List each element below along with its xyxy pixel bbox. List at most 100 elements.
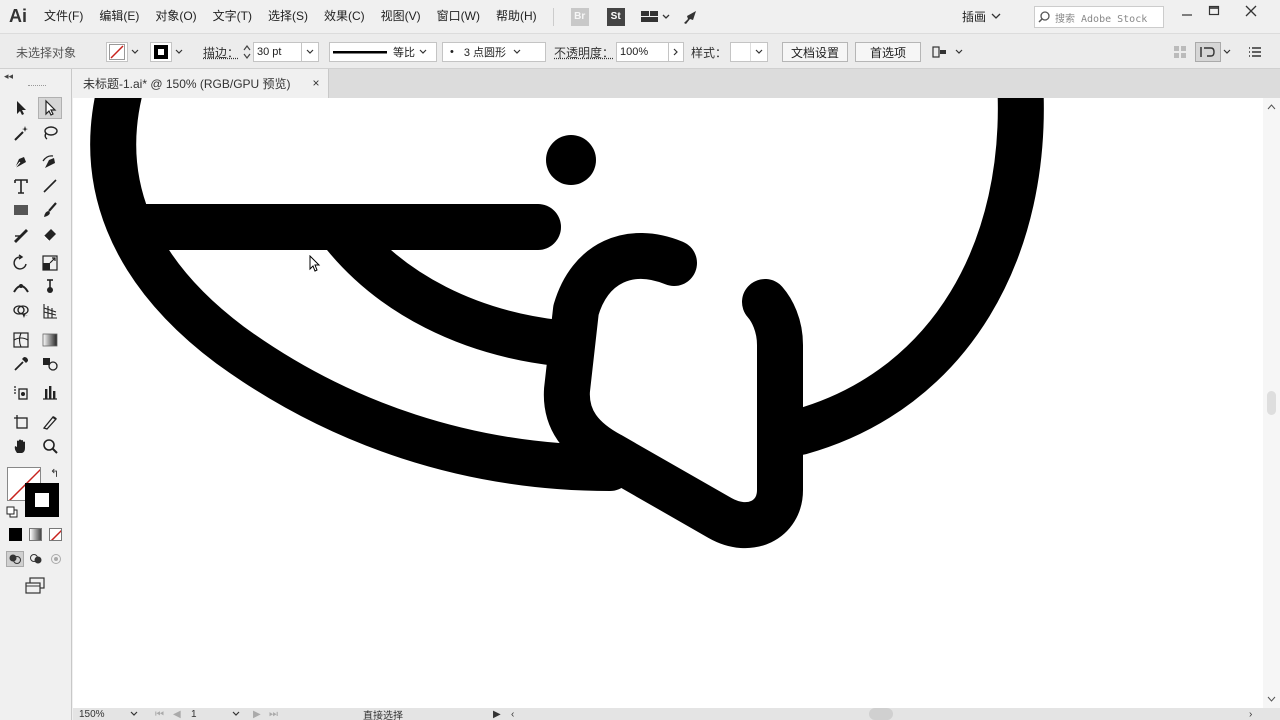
selection-tool[interactable] xyxy=(9,97,33,119)
screen-mode-button[interactable] xyxy=(24,577,48,595)
previous-artboard-button[interactable]: ◀ xyxy=(173,708,181,720)
variable-width-profile[interactable]: 等比 xyxy=(329,41,437,63)
menu-window[interactable]: 窗口(W) xyxy=(429,0,488,33)
menu-effect[interactable]: 效果(C) xyxy=(316,0,373,33)
default-colors-button[interactable] xyxy=(6,506,18,518)
menu-object[interactable]: 对象(O) xyxy=(147,0,204,33)
vertical-scroll-thumb[interactable] xyxy=(1267,391,1276,415)
first-artboard-button[interactable]: ⏮ xyxy=(155,708,164,720)
stock-search-field[interactable]: 搜索 Adobe Stock xyxy=(1034,6,1164,28)
horizontal-scroll-thumb[interactable] xyxy=(869,708,893,720)
menu-file[interactable]: 文件(F) xyxy=(36,0,91,33)
artboard-dropdown[interactable] xyxy=(231,708,241,720)
last-artboard-button[interactable]: ⏭ xyxy=(269,708,278,720)
opacity-input[interactable]: 100% xyxy=(616,42,668,62)
artboard-number[interactable]: 1 xyxy=(191,708,197,720)
opacity-slider-toggle[interactable] xyxy=(668,42,684,62)
draw-inside-button[interactable] xyxy=(48,552,64,566)
gradient-tool[interactable] xyxy=(38,329,62,351)
draw-behind-button[interactable] xyxy=(28,552,44,566)
stroke-weight-input[interactable]: 30 pt xyxy=(253,42,301,62)
rotate-tool[interactable] xyxy=(9,252,33,274)
brush-definition[interactable]: • 3 点圆形 xyxy=(442,41,546,63)
type-tool[interactable] xyxy=(9,175,33,197)
close-window-button[interactable] xyxy=(1234,2,1268,20)
panel-dock-button[interactable] xyxy=(1195,41,1233,63)
fill-color-picker[interactable] xyxy=(106,41,142,63)
menu-view[interactable]: 视图(V) xyxy=(373,0,429,33)
shape-builder-tool[interactable] xyxy=(9,300,33,322)
perspective-grid-tool[interactable] xyxy=(38,300,62,322)
scroll-down-icon[interactable] xyxy=(1263,692,1280,706)
bridge-button[interactable]: Br xyxy=(570,7,589,26)
status-menu-button[interactable]: ▶ xyxy=(493,708,501,720)
zoom-tool[interactable] xyxy=(38,435,62,457)
color-mode-button[interactable] xyxy=(9,528,22,541)
none-mode-button[interactable] xyxy=(49,528,62,541)
stroke-weight-field[interactable]: 30 pt xyxy=(241,41,319,63)
opacity-field[interactable]: 100% xyxy=(616,41,684,63)
eraser-tool[interactable] xyxy=(38,223,62,245)
panel-grip[interactable] xyxy=(28,85,46,87)
grid-layout-icon xyxy=(1174,46,1186,58)
artwork[interactable] xyxy=(73,98,1263,708)
scroll-right-icon[interactable]: › xyxy=(1249,708,1252,720)
stroke-swatch-large[interactable] xyxy=(25,483,59,517)
panel-layout-button[interactable] xyxy=(1173,41,1187,63)
zoom-dropdown[interactable] xyxy=(129,708,139,720)
rectangle-tool[interactable] xyxy=(9,199,33,221)
puppet-warp-tool[interactable] xyxy=(38,276,62,298)
magic-wand-tool[interactable] xyxy=(9,122,33,144)
menu-help[interactable]: 帮助(H) xyxy=(488,0,545,33)
gradient-mode-button[interactable] xyxy=(29,528,42,541)
artboard-tool[interactable] xyxy=(9,411,33,433)
paintbrush-tool[interactable] xyxy=(38,199,62,221)
scroll-left-icon[interactable]: ‹ xyxy=(511,708,514,720)
opacity-label[interactable]: 不透明度： xyxy=(554,41,614,63)
mesh-tool[interactable] xyxy=(9,329,33,351)
bowl-right-stroke[interactable] xyxy=(777,98,1044,455)
lasso-tool[interactable] xyxy=(38,122,62,144)
width-tool[interactable] xyxy=(9,276,33,298)
gpu-performance-button[interactable] xyxy=(682,9,700,25)
restore-button[interactable] xyxy=(1197,2,1231,20)
zoom-level[interactable]: 150% xyxy=(79,708,105,720)
eyedropper-tool[interactable] xyxy=(9,353,33,375)
document-tab[interactable]: 未标题-1.ai* @ 150% (RGB/GPU 预览) × xyxy=(73,69,329,98)
scale-tool[interactable] xyxy=(38,252,62,274)
curvature-tool[interactable] xyxy=(38,151,62,173)
menu-type[interactable]: 文字(T) xyxy=(205,0,260,33)
hand-tool[interactable] xyxy=(9,435,33,457)
column-graph-tool[interactable] xyxy=(38,381,62,403)
graphic-style-picker[interactable] xyxy=(730,41,768,63)
stroke-weight-dropdown[interactable] xyxy=(301,42,319,62)
vertical-scrollbar[interactable] xyxy=(1263,98,1280,708)
direct-selection-tool[interactable] xyxy=(38,97,62,119)
draw-normal-button[interactable] xyxy=(6,551,24,567)
panel-menu-button[interactable] xyxy=(1248,41,1262,63)
workspace-switcher[interactable]: 插画 xyxy=(962,6,1022,26)
dot-shape[interactable] xyxy=(546,135,596,185)
collapse-panel-button[interactable]: ◂◂ xyxy=(4,71,13,82)
next-artboard-button[interactable]: ▶ xyxy=(253,708,261,720)
menu-select[interactable]: 选择(S) xyxy=(260,0,316,33)
artboard-canvas[interactable] xyxy=(73,98,1263,708)
arrange-documents-button[interactable] xyxy=(640,10,670,24)
shaper-tool[interactable] xyxy=(9,223,33,245)
pen-tool[interactable] xyxy=(9,151,33,173)
swap-fill-stroke-button[interactable]: ↰ xyxy=(50,467,59,480)
close-tab-icon[interactable]: × xyxy=(310,77,322,89)
preferences-button[interactable]: 首选项 xyxy=(855,42,921,62)
menu-edit[interactable]: 编辑(E) xyxy=(91,0,147,33)
document-setup-button[interactable]: 文档设置 xyxy=(782,42,848,62)
stroke-color-picker[interactable] xyxy=(150,41,186,63)
symbol-sprayer-tool[interactable] xyxy=(9,381,33,403)
quick-actions-button[interactable] xyxy=(930,41,964,63)
scroll-up-icon[interactable] xyxy=(1263,100,1280,114)
stroke-label[interactable]: 描边： xyxy=(203,41,239,63)
stepper-icon[interactable] xyxy=(241,42,253,62)
blend-tool[interactable] xyxy=(38,353,62,375)
line-segment-tool[interactable] xyxy=(38,175,62,197)
slice-tool[interactable] xyxy=(38,411,62,433)
stock-button[interactable]: St xyxy=(606,7,625,26)
